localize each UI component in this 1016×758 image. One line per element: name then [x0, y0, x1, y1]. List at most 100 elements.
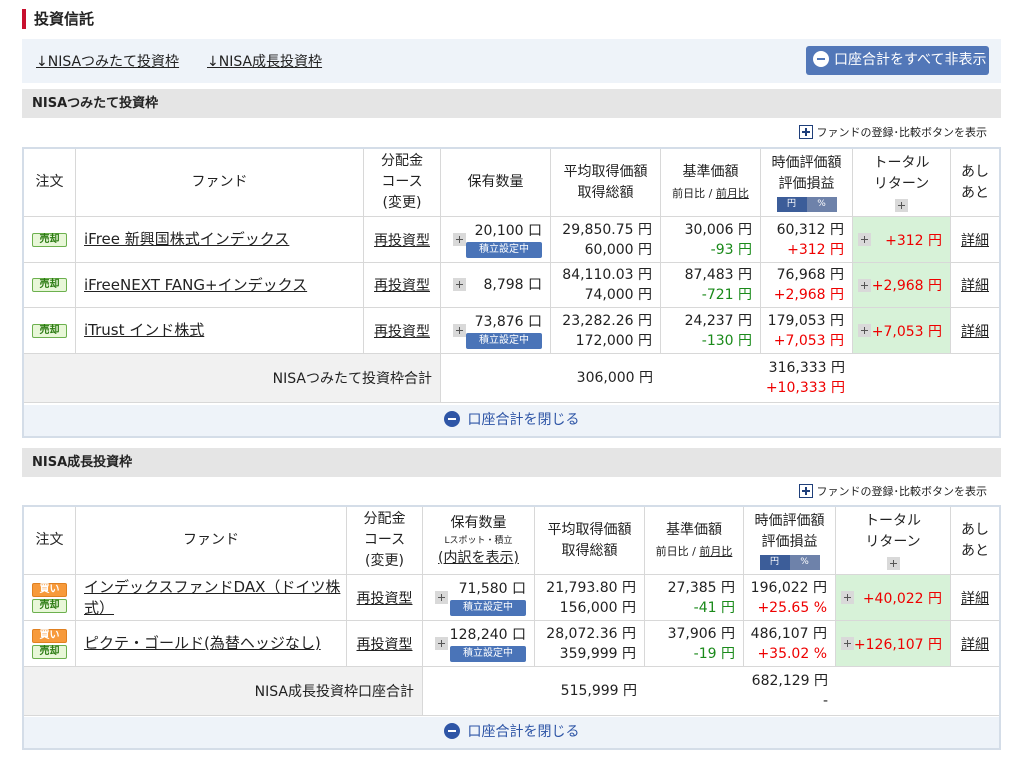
hide-all-totals-button[interactable]: 口座合計をすべて非表示 [806, 46, 989, 75]
detail-cell: 詳細 [951, 621, 999, 667]
buy-button[interactable]: 買い [32, 582, 67, 597]
avg-price-cell: 29,850.75 円 60,000 円 [551, 217, 661, 263]
total-return-cell: +40,022 円 [836, 575, 951, 621]
holdings-table-tsumitate: 注文 ファンド 分配金 コース (変更) 保有数量 平均取得価額 取得総額 基準価額前… [22, 147, 1001, 438]
total-return-cell: +312 円 [853, 217, 951, 263]
detail-cell: 詳細 [951, 263, 999, 308]
minus-circle-icon [443, 411, 460, 427]
avg-price-cell: 23,282.26 円 172,000 円 [551, 308, 661, 354]
qty-expand-icon[interactable] [435, 636, 448, 650]
market-value-cell: 76,968 円 +2,968 円 [761, 263, 853, 308]
yen-pct-toggle[interactable]: 円% [759, 555, 820, 570]
order-cell: 売却 [24, 263, 76, 308]
qty-expand-icon[interactable] [453, 278, 466, 291]
col-header-dist: 分配金 コース (変更) [364, 149, 441, 217]
return-expand-icon[interactable] [858, 233, 871, 246]
detail-cell: 詳細 [951, 575, 999, 621]
return-expand-icon[interactable] [841, 591, 854, 604]
detail-link[interactable]: 詳細 [961, 634, 989, 654]
tsumitate-badge: 積立設定中 [450, 646, 526, 662]
fund-register-toggle[interactable]: ファンドの登録･比較ボタンを表示 [798, 125, 987, 141]
sell-button[interactable]: 売却 [32, 278, 67, 292]
total-label: NISA成長投資枠口座合計 [24, 667, 423, 716]
avg-price-cell: 84,110.03 円 74,000 円 [551, 263, 661, 308]
fund-register-toggle[interactable]: ファンドの登録･比較ボタンを表示 [798, 484, 987, 500]
col-header-order: 注文 [24, 507, 76, 575]
sell-button[interactable]: 売却 [32, 598, 67, 613]
qty-cell: 73,876 口積立設定中 [441, 308, 551, 354]
total-value-cell: 316,333 円 +10,333 円 [761, 354, 853, 403]
detail-link[interactable]: 詳細 [961, 230, 989, 250]
total-return-cell: +7,053 円 [853, 308, 951, 354]
detail-link[interactable]: 詳細 [961, 275, 989, 295]
section-title-seicho: NISA成長投資枠 [22, 448, 1001, 477]
anchor-link-seicho[interactable]: ↓NISA成長投資枠 [207, 51, 322, 71]
tsumitate-badge: 積立設定中 [466, 333, 542, 349]
col-header-order: 注文 [24, 149, 76, 217]
minus-circle-icon [813, 51, 829, 67]
yen-pct-toggle[interactable]: 円% [776, 197, 837, 212]
detail-link[interactable]: 詳細 [961, 588, 989, 608]
col-header-return: トータル リターン [836, 507, 951, 575]
buy-button[interactable]: 買い [32, 628, 67, 643]
dist-course-link[interactable]: 再投資型 [374, 275, 430, 295]
qty-expand-icon[interactable] [453, 323, 466, 337]
close-totals-button[interactable]: 口座合計を閉じる [24, 405, 999, 436]
qty-expand-icon[interactable] [453, 232, 466, 246]
prev-month-link[interactable]: 前月比 [699, 545, 732, 558]
dist-cell: 再投資型 [347, 621, 423, 667]
detail-cell: 詳細 [951, 217, 999, 263]
qty-cell: 71,580 口積立設定中 [423, 575, 535, 621]
dist-cell: 再投資型 [364, 217, 441, 263]
col-header-avg: 平均取得価額 取得総額 [535, 507, 645, 575]
total-spacer [423, 667, 535, 716]
return-expand-icon[interactable] [858, 324, 871, 337]
qty-breakdown-link[interactable]: (内訳を表示) [438, 548, 519, 569]
prev-month-link[interactable]: 前月比 [716, 187, 749, 200]
base-price-cell: 37,906 円 -19 円 [645, 621, 744, 667]
return-expand-icon[interactable] [841, 637, 854, 650]
plus-icon [798, 125, 813, 139]
col-header-base: 基準価額 前日比 / 前月比 [661, 149, 761, 217]
close-totals-button[interactable]: 口座合計を閉じる [24, 717, 999, 748]
fund-link[interactable]: iFree 新興国株式インデックス [84, 229, 289, 250]
detail-link[interactable]: 詳細 [961, 321, 989, 341]
fund-link[interactable]: iFreeNEXT FANG+インデックス [84, 275, 307, 296]
qty-cell: 20,100 口積立設定中 [441, 217, 551, 263]
return-expand-icon[interactable] [858, 279, 871, 292]
sell-button[interactable]: 売却 [32, 644, 67, 659]
anchor-link-tsumitate[interactable]: ↓NISAつみたて投資枠 [36, 51, 179, 71]
detail-cell: 詳細 [951, 308, 999, 354]
dist-course-link[interactable]: 再投資型 [357, 634, 413, 654]
qty-expand-icon[interactable] [435, 590, 448, 604]
col-header-fund: ファンド [76, 149, 364, 217]
dist-cell: 再投資型 [347, 575, 423, 621]
fund-link[interactable]: iTrust インド株式 [84, 320, 204, 341]
avg-price-cell: 28,072.36 円 359,999 円 [535, 621, 645, 667]
dist-cell: 再投資型 [364, 263, 441, 308]
total-spacer [836, 667, 999, 716]
dist-course-link[interactable]: 再投資型 [357, 588, 413, 608]
dist-course-link[interactable]: 再投資型 [374, 230, 430, 250]
fund-name-cell: iTrust インド株式 [76, 308, 364, 354]
col-header-qty: 保有数量 [441, 149, 551, 217]
total-return-cell: +2,968 円 [853, 263, 951, 308]
expand-plus-icon[interactable] [895, 199, 908, 212]
total-cost-cell: 306,000 円 [551, 354, 661, 403]
anchor-bar: ↓NISAつみたて投資枠 ↓NISA成長投資枠 口座合計をすべて非表示 [22, 39, 1001, 83]
col-header-return: トータル リターン [853, 149, 951, 217]
fund-name-cell: iFreeNEXT FANG+インデックス [76, 263, 364, 308]
total-cost-cell: 515,999 円 [535, 667, 645, 716]
sell-button[interactable]: 売却 [32, 232, 67, 247]
fund-link[interactable]: ピクテ・ゴールド(為替ヘッジなし) [84, 633, 321, 654]
col-header-ashiato: あし あと [951, 149, 999, 217]
total-spacer [853, 354, 999, 403]
fund-name-cell: インデックスファンドDAX（ドイツ株式） [76, 575, 347, 621]
col-header-val: 時価評価額 評価損益円% [744, 507, 836, 575]
total-spacer [645, 667, 744, 716]
fund-link[interactable]: インデックスファンドDAX（ドイツ株式） [84, 577, 346, 619]
col-header-dist: 分配金 コース (変更) [347, 507, 423, 575]
expand-plus-icon[interactable] [886, 557, 900, 570]
sell-button[interactable]: 売却 [32, 323, 67, 338]
dist-course-link[interactable]: 再投資型 [374, 321, 430, 341]
